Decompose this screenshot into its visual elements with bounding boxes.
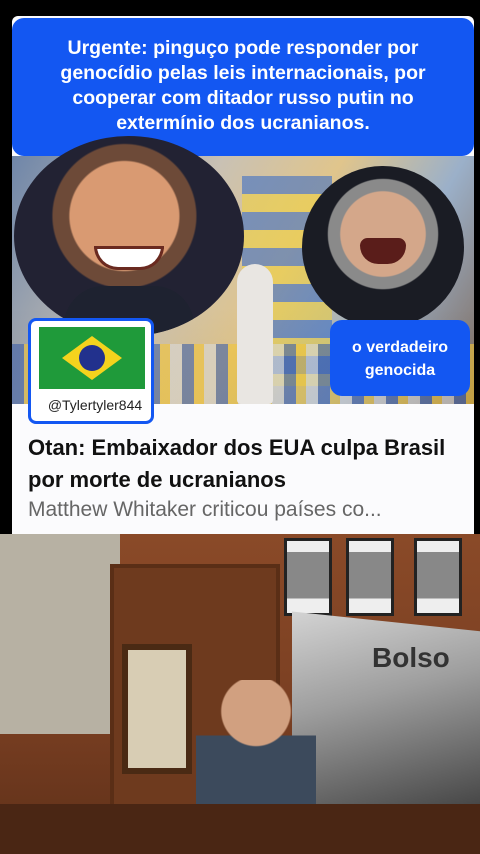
headline-banner: Urgente: pinguço pode responder por geno… [12, 18, 474, 156]
banner-text: Bolso [372, 642, 450, 673]
desk [0, 804, 480, 854]
flag-globe [79, 345, 105, 371]
bulletin-board [0, 534, 120, 734]
news-card[interactable]: Urgente: pinguço pode responder por geno… [12, 16, 474, 534]
wall-portrait [284, 538, 332, 616]
mouth-shape [94, 246, 164, 270]
office-photo: Bolso [0, 534, 480, 854]
laughing-man-portrait [14, 136, 244, 336]
label-text: o verdadeiro genocida [351, 339, 449, 379]
profile-flag-box[interactable]: @Tylertyler844 [28, 318, 154, 424]
framed-picture [122, 644, 192, 774]
article-subtitle: Matthew Whitaker criticou países co... [28, 498, 382, 521]
wall-portrait [346, 538, 394, 616]
wall-portrait [414, 538, 462, 616]
brazil-flag-icon [39, 327, 145, 389]
headline-text: Urgente: pinguço pode responder por geno… [60, 37, 426, 134]
person-figure [237, 264, 273, 404]
username-handle[interactable]: @Tylertyler844 [35, 397, 151, 413]
mouth-shape [360, 238, 406, 264]
label-badge: o verdadeiro genocida [330, 320, 470, 396]
article-title[interactable]: Otan: Embaixador dos EUA culpa Brasil po… [28, 432, 468, 496]
crying-man-portrait [302, 166, 464, 328]
